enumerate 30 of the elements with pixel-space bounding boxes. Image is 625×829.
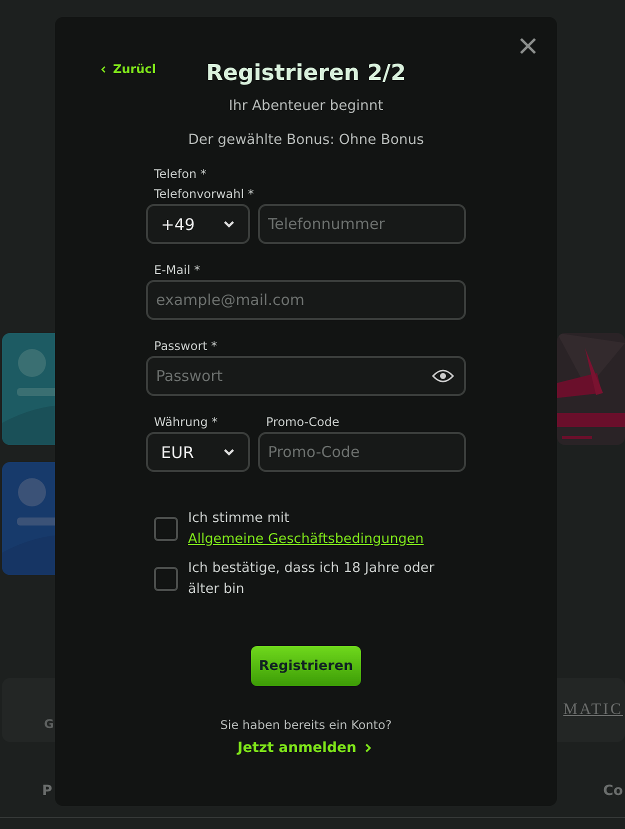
field-label: Währung * — [153, 414, 219, 431]
field-label: Promo-Code — [265, 414, 340, 431]
phone-prefix-select[interactable]: +49 — [146, 204, 250, 244]
dialog-title: Registrieren 2/2 — [206, 61, 406, 86]
close-icon — [519, 37, 537, 55]
close-button[interactable] — [519, 37, 537, 55]
phone-field[interactable]: Telefonnummer — [258, 204, 466, 244]
login-prompt: Sie haben bereits ein Konto? — [220, 718, 392, 732]
eye-icon[interactable] — [432, 369, 454, 383]
checkbox[interactable] — [154, 517, 178, 541]
subtitle: Ihr Abenteuer beginnt — [228, 98, 384, 114]
checkbox-label: Ich bestätige, dass ich 18 Jahre oder älter bin — [188, 559, 436, 599]
partner-logo: MATIC — [563, 701, 623, 719]
field-label: Telefonvorwahl * — [153, 186, 255, 203]
bonus-text: Der gewählte Bonus: Ohne Bonus — [188, 132, 424, 148]
checkbox-label: Ich stimme mit Allgemeine Geschäftsbedingungen — [188, 508, 458, 550]
back-link[interactable]: Zurücl — [99, 62, 156, 76]
promo-code-field[interactable]: Promo-Code — [258, 432, 466, 472]
field-label: Telefon * — [153, 166, 208, 183]
login-link[interactable]: Jetzt anmelden — [238, 740, 374, 756]
field-label: Passwort * — [153, 338, 218, 355]
register-button[interactable]: Registrieren — [251, 646, 361, 686]
terms-link[interactable]: Allgemeine Geschäftsbedingungen — [188, 529, 424, 550]
chevron-left-icon — [99, 64, 108, 74]
field-label: E-Mail * — [153, 262, 202, 279]
currency-select[interactable]: EUR — [146, 432, 250, 472]
email-field[interactable]: example@mail.com — [146, 280, 466, 320]
password-field[interactable]: Passwort — [146, 356, 466, 396]
partner-text: G — [44, 717, 54, 731]
checkbox[interactable] — [154, 567, 178, 591]
